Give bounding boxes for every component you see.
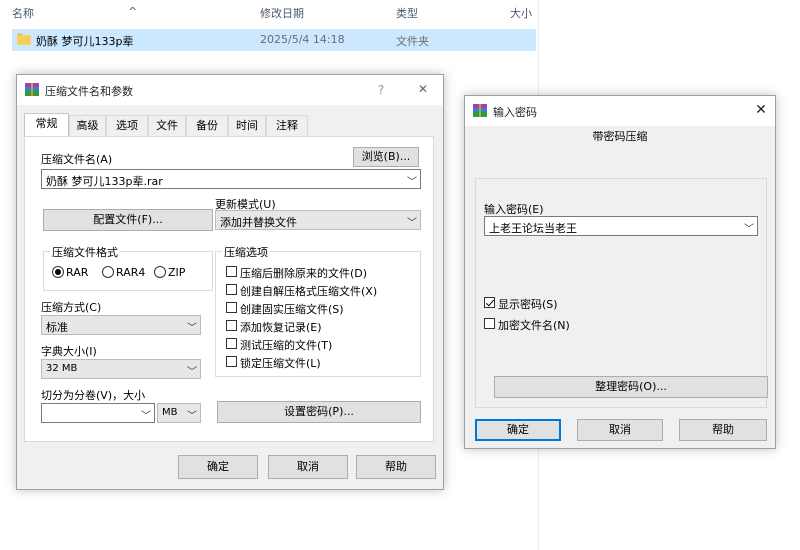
password-label: 输入密码(E) <box>484 203 544 216</box>
help-icon[interactable]: ? <box>369 83 393 97</box>
radio-zip[interactable] <box>154 266 166 278</box>
sfx-checkbox[interactable] <box>226 284 237 295</box>
tab-general[interactable]: 常规 <box>24 113 69 138</box>
show-password-checkbox[interactable] <box>484 297 495 308</box>
format-group: 压缩文件格式 RAR RAR4 ZIP <box>43 244 213 291</box>
file-type: 文件夹 <box>396 35 429 48</box>
password-input[interactable]: 上老王论坛当老王 ﹀ <box>484 216 758 236</box>
tab-comment[interactable]: 注释 <box>266 115 308 137</box>
file-name: 奶酥 梦可儿133p辈 <box>36 35 134 48</box>
file-row[interactable]: 奶酥 梦可儿133p辈 2025/5/4 14:18 文件夹 <box>12 29 536 51</box>
profiles-button[interactable]: 配置文件(F)... <box>43 209 213 231</box>
password-dialog-titlebar: 输入密码 ✕ <box>465 96 775 126</box>
organize-passwords-button[interactable]: 整理密码(O)... <box>494 376 768 398</box>
close-icon[interactable]: ✕ <box>749 102 773 118</box>
winrar-icon <box>473 104 487 117</box>
radio-rar[interactable] <box>52 266 64 278</box>
password-help-button[interactable]: 帮助 <box>679 419 767 441</box>
column-type[interactable]: 类型 <box>396 5 418 21</box>
options-group: 压缩选项 压缩后删除原来的文件(D) 创建自解压格式压缩文件(X) 创建固实压缩… <box>215 244 421 377</box>
show-password-label[interactable]: 显示密码(S) <box>498 296 558 312</box>
sort-ascending-icon: ^ <box>128 5 138 18</box>
password-cancel-button[interactable]: 取消 <box>577 419 663 441</box>
chevron-down-icon[interactable]: ﹀ <box>141 407 151 422</box>
archive-name-value[interactable]: 奶酥 梦可儿133p辈.rar <box>46 173 163 189</box>
format-group-title: 压缩文件格式 <box>50 244 120 260</box>
browse-button[interactable]: 浏览(B)... <box>353 147 419 167</box>
encrypt-names-checkbox[interactable] <box>484 318 495 329</box>
tab-files[interactable]: 文件 <box>148 115 186 137</box>
tab-options[interactable]: 选项 <box>106 115 148 137</box>
radio-rar4[interactable] <box>102 266 114 278</box>
password-dialog-title: 输入密码 <box>493 106 537 119</box>
delete-after-checkbox[interactable] <box>226 266 237 277</box>
test-checkbox[interactable] <box>226 338 237 349</box>
chevron-down-icon[interactable]: ﹀ <box>407 173 417 188</box>
split-label: 切分为分卷(V)，大小 <box>41 389 146 402</box>
column-name[interactable]: 名称 <box>12 5 34 21</box>
chevron-down-icon[interactable]: ﹀ <box>744 220 754 235</box>
folder-icon <box>17 33 31 45</box>
recovery-label[interactable]: 添加恢复记录(E) <box>240 319 322 335</box>
file-modified: 2025/5/4 14:18 <box>260 33 345 46</box>
archive-help-button[interactable]: 帮助 <box>356 455 436 479</box>
password-ok-button[interactable]: 确定 <box>475 419 561 441</box>
archive-dialog-title: 压缩文件名和参数 <box>45 85 133 98</box>
tab-advanced[interactable]: 高级 <box>69 115 106 137</box>
split-unit-value: MB <box>162 407 178 418</box>
test-label[interactable]: 测试压缩的文件(T) <box>240 337 332 353</box>
dict-label: 字典大小(I) <box>41 345 97 358</box>
archive-ok-button[interactable]: 确定 <box>178 455 258 479</box>
archive-cancel-button[interactable]: 取消 <box>268 455 348 479</box>
chevron-down-icon[interactable]: ﹀ <box>187 407 197 422</box>
chevron-down-icon[interactable]: ﹀ <box>187 319 197 334</box>
dict-value: 32 MB <box>46 363 78 374</box>
chevron-down-icon[interactable]: ﹀ <box>187 363 197 378</box>
chevron-down-icon[interactable]: ﹀ <box>407 214 417 229</box>
password-dialog: 输入密码 ✕ 带密码压缩 输入密码(E) 上老王论坛当老王 ﹀ 显示密码(S) … <box>464 95 776 449</box>
radio-zip-label[interactable]: ZIP <box>168 266 185 279</box>
dict-select[interactable]: 32 MB ﹀ <box>41 359 201 379</box>
general-tab-page: 压缩文件名(A) 浏览(B)... 奶酥 梦可儿133p辈.rar ﹀ 配置文件… <box>24 136 434 442</box>
options-group-title: 压缩选项 <box>222 244 270 260</box>
method-select[interactable]: 标准 ﹀ <box>41 315 201 335</box>
update-mode-select[interactable]: 添加并替换文件 ﹀ <box>215 210 421 230</box>
encrypt-names-label[interactable]: 加密文件名(N) <box>498 317 570 333</box>
method-value: 标准 <box>46 321 68 334</box>
password-panel: 输入密码(E) 上老王论坛当老王 ﹀ 显示密码(S) 加密文件名(N) 整理密码… <box>475 178 768 408</box>
delete-after-label[interactable]: 压缩后删除原来的文件(D) <box>240 265 367 281</box>
column-modified[interactable]: 修改日期 <box>260 5 304 21</box>
split-size-combo[interactable]: ﹀ <box>41 403 155 423</box>
recovery-checkbox[interactable] <box>226 320 237 331</box>
winrar-icon <box>25 83 39 96</box>
radio-rar-label[interactable]: RAR <box>66 266 88 279</box>
update-mode-value: 添加并替换文件 <box>220 216 297 229</box>
solid-label[interactable]: 创建固实压缩文件(S) <box>240 301 344 317</box>
archive-dialog-titlebar: 压缩文件名和参数 ? ✕ <box>17 75 443 105</box>
method-label: 压缩方式(C) <box>41 301 102 314</box>
password-value[interactable]: 上老王论坛当老王 <box>489 220 577 236</box>
sfx-label[interactable]: 创建自解压格式压缩文件(X) <box>240 283 377 299</box>
split-unit-select[interactable]: MB ﹀ <box>157 403 201 423</box>
archive-name-label: 压缩文件名(A) <box>41 153 113 166</box>
tab-time[interactable]: 时间 <box>228 115 266 137</box>
solid-checkbox[interactable] <box>226 302 237 313</box>
tab-backup[interactable]: 备份 <box>186 115 228 137</box>
set-password-button[interactable]: 设置密码(P)... <box>217 401 421 423</box>
password-header: 带密码压缩 <box>592 130 648 143</box>
lock-checkbox[interactable] <box>226 356 237 367</box>
close-icon[interactable]: ✕ <box>411 82 435 96</box>
lock-label[interactable]: 锁定压缩文件(L) <box>240 355 321 371</box>
archive-name-combo[interactable]: 奶酥 梦可儿133p辈.rar ﹀ <box>41 169 421 189</box>
column-size[interactable]: 大小 <box>510 5 532 21</box>
radio-rar4-label[interactable]: RAR4 <box>116 266 145 279</box>
